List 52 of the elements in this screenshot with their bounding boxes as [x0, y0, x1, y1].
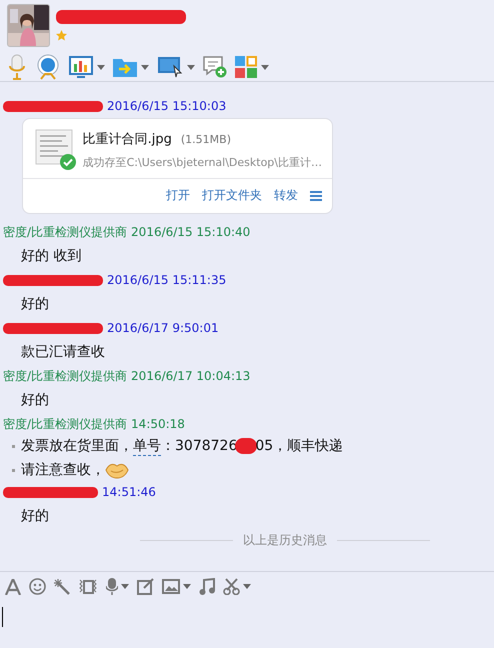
message-time: 14:50:18: [131, 417, 185, 431]
music-note-icon[interactable]: [199, 578, 215, 595]
font-icon[interactable]: [5, 578, 21, 594]
scissors-icon[interactable]: [223, 578, 240, 595]
message-add-icon[interactable]: [203, 56, 227, 78]
folder-arrow-icon[interactable]: [113, 57, 137, 77]
edit-icon[interactable]: [137, 578, 154, 595]
document-thumbnail-icon: [35, 128, 73, 166]
magic-wand-icon[interactable]: [54, 578, 70, 594]
caret-icon[interactable]: [183, 584, 191, 589]
microphone-icon[interactable]: [7, 54, 27, 80]
tracking-link[interactable]: 单号: [133, 436, 161, 456]
file-action-link[interactable]: 转发: [274, 187, 298, 204]
sender-name: 密度/比重检测仪提供商: [3, 416, 128, 432]
message-text: 好的: [20, 507, 50, 526]
caret-icon[interactable]: [121, 584, 129, 589]
message-text: 好的: [20, 295, 50, 314]
message-time: 14:51:46: [102, 485, 156, 499]
window-shake-icon[interactable]: [78, 578, 98, 594]
webcam-icon[interactable]: [35, 54, 61, 80]
message-text: 好的 收到: [20, 247, 82, 266]
message-text: 发票放在货里面，单号：3078726 05，顺丰快递: [21, 436, 344, 456]
file-action-link[interactable]: 打开: [166, 187, 190, 204]
screen-cursor-icon[interactable]: [157, 56, 183, 78]
file-action-link[interactable]: 打开文件夹: [202, 187, 262, 204]
file-size: (1.51MB): [180, 133, 231, 146]
message-time: 2016/6/15 15:11:35: [107, 273, 226, 287]
emoji-icon[interactable]: [29, 578, 46, 595]
message-text: 好的: [20, 391, 50, 410]
caret-icon[interactable]: [187, 64, 195, 70]
caret-icon[interactable]: [261, 64, 269, 70]
sender-name: 密度/比重检测仪提供商: [3, 368, 128, 384]
menu-icon[interactable]: [310, 190, 322, 200]
message-time: 2016/6/17 10:04:13: [131, 369, 250, 383]
history-divider-label: 以上是历史消息: [243, 532, 327, 549]
file-status: 成功存至C:\Users\bjeternal\Desktop\比重计…: [82, 155, 322, 170]
sender-name: 密度/比重检测仪提供商: [3, 224, 128, 240]
file-name: 比重计合同.jpg: [82, 131, 172, 148]
message-text: 款已汇请查收: [20, 343, 106, 362]
message-time: 2016/6/17 9:50:01: [107, 321, 219, 335]
message-text: 请注意查收，: [21, 461, 129, 479]
message-time: 2016/6/15 15:10:03: [107, 99, 226, 113]
caret-icon[interactable]: [141, 64, 149, 70]
image-icon[interactable]: [162, 579, 180, 594]
caret-icon[interactable]: [97, 64, 105, 70]
redaction-mark: [235, 438, 258, 454]
star-icon: [56, 30, 67, 41]
caret-icon[interactable]: [243, 584, 251, 589]
microphone-icon[interactable]: [106, 578, 118, 595]
apps-grid-icon[interactable]: [235, 56, 257, 78]
message-time: 2016/6/15 15:10:40: [131, 225, 250, 239]
screen-chart-icon[interactable]: [69, 56, 93, 78]
